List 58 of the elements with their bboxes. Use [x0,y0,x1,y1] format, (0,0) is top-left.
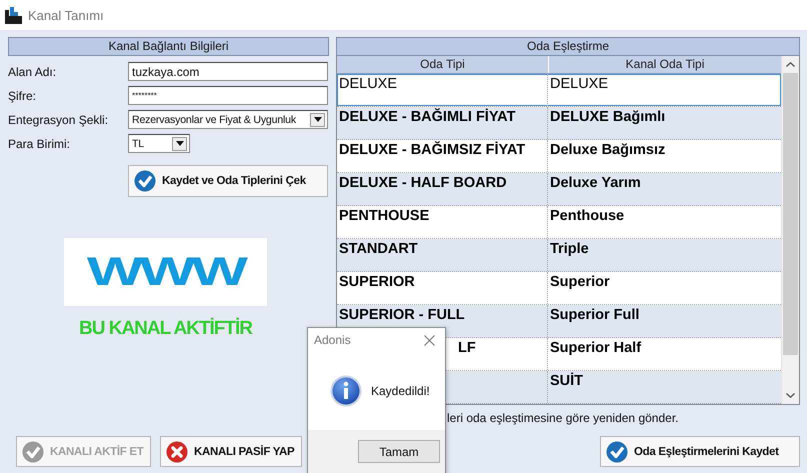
caret-icon [176,141,184,146]
table-cell-text: Deluxe Bağımsız [549,141,666,160]
www-logo: WWW [64,238,267,306]
password-field[interactable]: ******** [128,86,328,105]
caret-icon [314,117,322,122]
check-icon [606,440,628,462]
check-icon [134,170,156,192]
table-cell-text: Deluxe Yarım [549,174,642,193]
table-cell-text: SUİT [549,372,584,391]
table-row[interactable]: DELUXE - BAĞIMLI FİYAT DELUXE Bağımlı [337,107,781,140]
scroll-down-icon[interactable] [786,393,795,398]
table-cell: DELUXE - HALF BOARD [337,173,548,205]
dialog-message: Kaydedildi! [371,384,430,398]
table-cell: SUPERIOR [337,272,548,304]
table-cell-text: Triple [549,240,590,259]
deactivate-button[interactable]: KANALI PASİF YAP [160,436,302,467]
fetch-room-types-button[interactable]: Kaydet ve Oda Tiplerini Çek [128,165,328,197]
column-header[interactable]: Oda Tipi [337,56,549,73]
scroll-up-icon[interactable] [786,62,795,67]
check-icon [22,440,44,462]
scrollbar-thumb[interactable] [783,73,798,355]
field-label: Şifre: [8,88,38,102]
info-icon [330,375,362,407]
table-cell-text: Superior Half [549,339,642,358]
close-icon[interactable] [424,334,435,346]
table-row[interactable]: PENTHOUSE Penthouse [337,206,781,239]
column-header[interactable]: Kanal Oda Tipi [549,56,781,73]
table-row[interactable]: DELUXE - BAĞIMSIZ FİYAT Deluxe Bağımsız [337,140,781,173]
dropdown[interactable]: TL [128,134,190,153]
ok-button[interactable]: Tamam [358,440,440,463]
panel-header: Kanal Bağlantı Bilgileri [8,37,329,56]
window-title: Kanal Tanımı [28,8,104,22]
table-row[interactable]: STANDART Triple [337,239,781,272]
field-label: Entegrasyon Şekli: [8,112,110,126]
table-cell-text: Superior [549,273,611,292]
table-cell: DELUXE - BAĞIMSIZ FİYAT [337,140,548,172]
table-row[interactable]: DELUXE - HALF BOARD Deluxe Yarım [337,173,781,206]
field-label: Para Birimi: [8,136,72,150]
dropdown[interactable]: Rezervasyonlar ve Fiyat & Uygunluk [128,110,328,129]
table-row[interactable]: SUPERIOR Superior [337,272,781,305]
close-circle-icon [166,440,188,462]
app-logo-icon [5,6,22,24]
save-mappings-button[interactable]: Oda Eşleştirmelerini Kaydet [600,436,800,467]
table-cell: STANDART [337,239,548,271]
field-label: Alan Adı: [8,64,58,78]
resend-note: leri oda eşleştimesine göre yeniden gönder. [447,411,680,425]
table-cell-text: Superior Full [549,306,640,325]
scrollbar[interactable] [781,56,799,404]
table-cell-text: Penthouse [549,207,626,226]
table-cell: PENTHOUSE [337,206,548,238]
table-cell-text: DELUXE Bağımlı [549,108,666,127]
table-cell: DELUXE - BAĞIMLI FİYAT [337,107,548,139]
panel-header: Oda Eşleştirme [336,37,800,56]
table-row[interactable]: DELUXE DELUXE [337,74,781,107]
status-text: BU KANAL AKTİFTİR [79,318,252,340]
table-cell: DELUXE [337,74,548,106]
table-cell-text: DELUXE [549,75,610,94]
input-field[interactable]: tuzkaya.com [128,62,328,81]
